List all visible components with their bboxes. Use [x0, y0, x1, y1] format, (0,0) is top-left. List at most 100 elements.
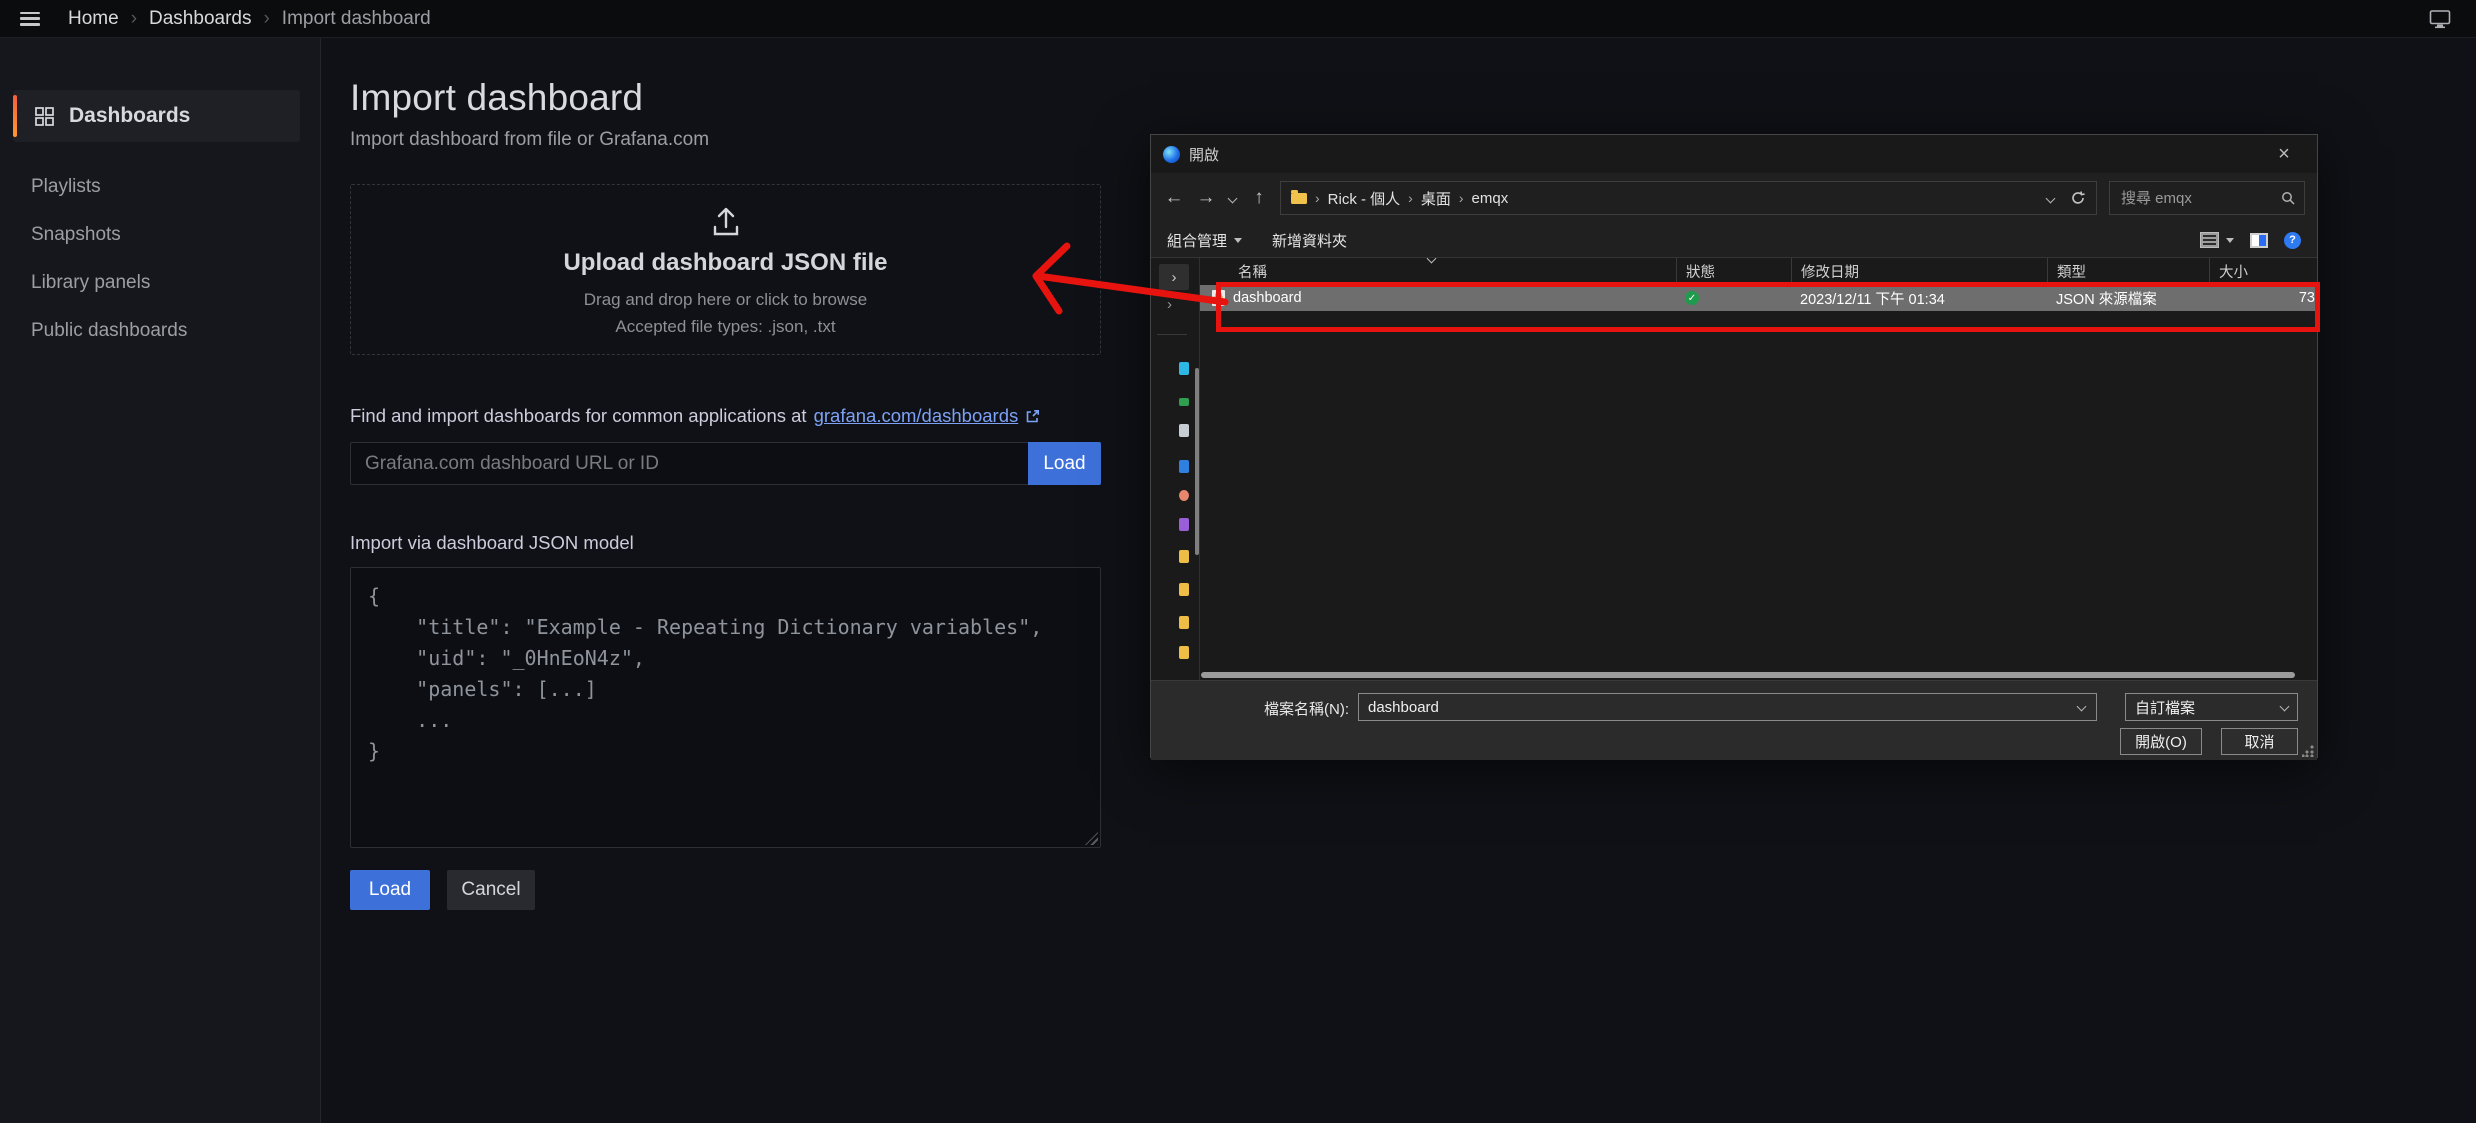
cancel-button[interactable]: Cancel	[447, 870, 535, 910]
sidebar-section-dashboards[interactable]: Dashboards	[13, 90, 300, 142]
nav-folder-icon[interactable]	[1179, 616, 1189, 629]
sidebar-items: Playlists Snapshots Library panels Publi…	[0, 163, 320, 355]
file-type: JSON 來源檔案	[2047, 285, 2209, 311]
sidebar-item-public-dashboards[interactable]: Public dashboards	[0, 307, 320, 355]
folder-icon	[1291, 193, 1307, 204]
gcom-url-input[interactable]	[350, 442, 1028, 485]
view-mode-icon[interactable]	[2200, 232, 2219, 248]
page-title: Import dashboard	[350, 77, 1101, 119]
dialog-titlebar[interactable]: 開啟 ×	[1151, 135, 2317, 173]
upload-drag-hint: Drag and drop here or click to browse	[584, 290, 867, 310]
search-input[interactable]	[2119, 189, 2281, 208]
load-button[interactable]: Load	[350, 870, 430, 910]
form-actions: Load Cancel	[350, 870, 1101, 910]
nav-shortcut-icon[interactable]	[1179, 398, 1189, 406]
organize-menu[interactable]: 組合管理	[1167, 230, 1242, 251]
breadcrumb-current: Import dashboard	[282, 8, 431, 30]
column-header-date[interactable]: 修改日期	[1791, 258, 2047, 285]
column-header-size[interactable]: 大小	[2209, 258, 2317, 285]
resize-grip[interactable]	[2302, 745, 2314, 757]
sidebar: Dashboards Playlists Snapshots Library p…	[0, 37, 321, 1123]
help-icon[interactable]: ?	[2284, 232, 2301, 249]
dashboards-grid-icon	[35, 107, 54, 126]
view-mode-caret-icon[interactable]	[2226, 238, 2234, 243]
breadcrumb-dashboards[interactable]: Dashboards	[149, 8, 251, 30]
sidebar-item-snapshots[interactable]: Snapshots	[0, 211, 320, 259]
breadcrumb: Home › Dashboards › Import dashboard	[68, 8, 431, 30]
dialog-close-icon[interactable]: ×	[2263, 135, 2305, 173]
nav-back-icon[interactable]: ←	[1163, 187, 1185, 209]
sidebar-header-label: Dashboards	[69, 104, 190, 128]
upload-title: Upload dashboard JSON file	[563, 249, 887, 277]
dialog-footer: 檔案名稱(N): 自訂檔案 開啟(O) 取消	[1151, 680, 2317, 760]
column-header-type[interactable]: 類型	[2047, 258, 2209, 285]
filetype-select[interactable]: 自訂檔案	[2125, 693, 2298, 721]
gcom-import-row: Load	[350, 442, 1101, 485]
monitor-icon[interactable]	[2428, 8, 2452, 30]
breadcrumb-home[interactable]: Home	[68, 8, 119, 30]
nav-shortcut-icon[interactable]	[1179, 460, 1189, 473]
gcom-prefix-text: Find and import dashboards for common ap…	[350, 405, 807, 427]
upload-dropzone[interactable]: Upload dashboard JSON file Drag and drop…	[350, 184, 1101, 355]
file-list-region: › › 名稱 狀態 修改日期	[1151, 257, 2317, 680]
nav-shortcut-icon[interactable]	[1179, 490, 1189, 501]
file-row-dashboard[interactable]: {} dashboard ✓ 2023/12/11 下午 01:34 JSON …	[1200, 285, 2317, 311]
file-open-dialog: 開啟 × ← → ↑ › Rick - 個人 › 桌面 › emqx	[1150, 134, 2318, 758]
top-bar: Home › Dashboards › Import dashboard	[0, 0, 2476, 38]
dialog-open-button[interactable]: 開啟(O)	[2120, 728, 2202, 755]
topbar-right	[2428, 8, 2452, 30]
sync-status-icon: ✓	[1685, 291, 1699, 305]
column-header-status[interactable]: 狀態	[1676, 258, 1791, 285]
nav-shortcut-icon[interactable]	[1179, 424, 1189, 437]
dialog-cancel-button[interactable]: 取消	[2221, 728, 2298, 755]
breadcrumb-separator: ›	[131, 8, 137, 30]
gcom-load-button[interactable]: Load	[1028, 442, 1101, 485]
upload-accepted-types: Accepted file types: .json, .txt	[615, 317, 835, 337]
nav-pane-expander-icon[interactable]: ›	[1159, 264, 1189, 290]
json-model-textarea[interactable]: { "title": "Example - Repeating Dictiona…	[350, 567, 1101, 848]
address-crumb-desktop[interactable]: 桌面	[1421, 188, 1451, 209]
refresh-icon[interactable]	[2070, 190, 2086, 206]
search-icon	[2281, 191, 2295, 205]
file-table: 名稱 狀態 修改日期 類型 大小 {} dashboard ✓ 2023/12/…	[1199, 258, 2317, 680]
sidebar-item-playlists[interactable]: Playlists	[0, 163, 320, 211]
dialog-navigation-bar: ← → ↑ › Rick - 個人 › 桌面 › emqx	[1151, 173, 2317, 223]
nav-folder-icon[interactable]	[1179, 646, 1189, 659]
file-table-header: 名稱 狀態 修改日期 類型 大小	[1200, 258, 2317, 285]
edge-browser-icon	[1163, 146, 1180, 163]
file-date-modified: 2023/12/11 下午 01:34	[1791, 285, 2047, 311]
navigation-pane-collapsed: › ›	[1151, 258, 1199, 680]
upload-icon	[708, 203, 744, 239]
address-separator: ›	[1459, 190, 1464, 206]
file-size: 73	[2209, 285, 2317, 311]
address-dropdown-chevron-icon[interactable]	[2046, 193, 2056, 203]
address-separator: ›	[1315, 190, 1320, 206]
page-subtitle: Import dashboard from file or Grafana.co…	[350, 129, 1101, 151]
address-crumb-emqx[interactable]: emqx	[1472, 190, 1509, 207]
column-header-name[interactable]: 名稱	[1200, 258, 1676, 285]
address-bar[interactable]: › Rick - 個人 › 桌面 › emqx	[1280, 181, 2097, 215]
nav-shortcut-icon[interactable]	[1179, 518, 1189, 531]
sidebar-item-library-panels[interactable]: Library panels	[0, 259, 320, 307]
preview-pane-icon[interactable]	[2250, 233, 2268, 248]
organize-caret-icon	[1234, 238, 1242, 243]
horizontal-scrollbar[interactable]	[1201, 672, 2295, 678]
nav-tree-chevron-icon[interactable]: ›	[1167, 296, 1172, 313]
nav-history-chevron-icon[interactable]	[1228, 193, 1238, 203]
filename-input[interactable]	[1358, 693, 2097, 721]
nav-shortcut-icon[interactable]	[1179, 362, 1189, 375]
address-crumb-user[interactable]: Rick - 個人	[1328, 188, 1401, 209]
address-separator: ›	[1408, 190, 1413, 206]
screen: Home › Dashboards › Import dashboard Das…	[0, 0, 2476, 1123]
nav-folder-icon[interactable]	[1179, 583, 1189, 596]
nav-up-icon[interactable]: ↑	[1248, 187, 1270, 209]
json-model-label: Import via dashboard JSON model	[350, 532, 1101, 554]
gcom-find-line: Find and import dashboards for common ap…	[350, 405, 1101, 427]
nav-forward-icon[interactable]: →	[1195, 187, 1217, 209]
gcom-dashboards-link[interactable]: grafana.com/dashboards	[814, 405, 1019, 427]
nav-folder-icon[interactable]	[1179, 550, 1189, 563]
new-folder-button[interactable]: 新增資料夾	[1272, 230, 1347, 251]
filename-label: 檔案名稱(N):	[1151, 698, 1349, 719]
dialog-title: 開啟	[1189, 144, 1219, 165]
hamburger-menu-icon[interactable]	[20, 12, 40, 26]
